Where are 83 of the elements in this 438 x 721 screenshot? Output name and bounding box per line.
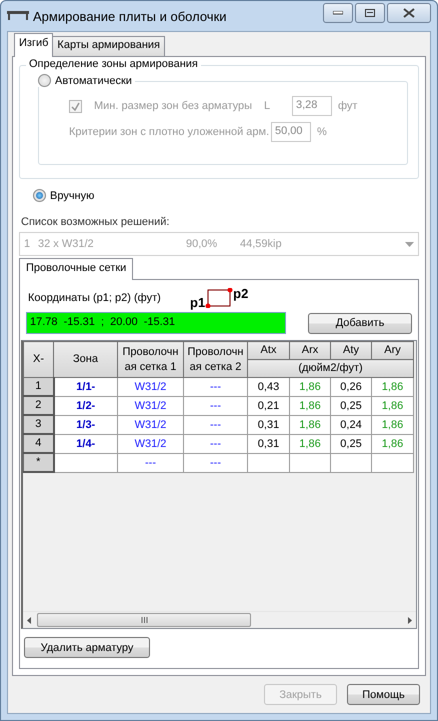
table-cell (248, 453, 290, 472)
delete-button[interactable]: Удалить арматуру (24, 637, 150, 658)
rectangle-points-icon (205, 288, 234, 308)
tab[interactable]: Карты армирования (52, 36, 166, 56)
minimize-button[interactable] (323, 3, 353, 23)
table-cell: W31/2 (118, 415, 184, 434)
table-cell: 0,43 (248, 378, 290, 396)
radio-label: Вручную (50, 190, 94, 202)
tab[interactable]: Проволочные сетки (19, 258, 134, 280)
row-header[interactable]: * (24, 453, 54, 472)
column-header[interactable]: Atx (248, 342, 290, 360)
table-cell: W31/2 (118, 434, 184, 453)
radio-button[interactable] (38, 74, 51, 87)
table-cell: W31/2 (118, 378, 184, 396)
scroll-right-icon[interactable] (408, 616, 412, 624)
radio-button[interactable] (33, 189, 46, 202)
table-cell: 0,25 (330, 434, 372, 453)
close-button[interactable] (387, 3, 431, 23)
close-icon (403, 8, 415, 18)
restore-icon (365, 9, 375, 17)
table-cell: 0,31 (248, 415, 290, 434)
column-header[interactable]: Зона (54, 342, 118, 378)
maximize-button[interactable] (355, 3, 385, 23)
table-cell: 1,86 (290, 434, 330, 453)
unit-label: % (317, 126, 327, 138)
table-cell: 1/3- (54, 415, 118, 434)
solutions-label: Список возможных решений: (21, 216, 170, 228)
table-cell: 1,86 (290, 415, 330, 434)
table-cell: 0,31 (248, 434, 290, 453)
window-title: Армирование плиты и оболочки (33, 8, 228, 24)
table-cell: 0,25 (330, 396, 372, 415)
table-cell (372, 453, 414, 472)
column-header[interactable]: Aty (330, 342, 372, 360)
add-button[interactable]: Добавить (308, 312, 412, 334)
table-cell: --- (184, 415, 248, 434)
column-header[interactable]: Проволочная сетка 2 (184, 342, 248, 378)
radio-label: Автоматически (55, 74, 132, 86)
table-cell (330, 453, 372, 472)
row-header[interactable]: 2 (24, 396, 54, 415)
row-header[interactable]: 1 (24, 378, 54, 396)
table-cell: 1/1- (54, 378, 118, 396)
slab-icon (7, 11, 29, 21)
table-cell: 1,86 (372, 378, 414, 396)
p1-label: p1 (190, 295, 206, 310)
table-cell: --- (184, 396, 248, 415)
table-cell: 1/2- (54, 396, 118, 415)
table-cell: --- (184, 453, 248, 472)
coordinates-label: Координаты (p1; p2) (фут) (28, 292, 162, 304)
checkbox-label: Мин. размер зон без арматуры (94, 100, 254, 112)
dropdown-arrow-icon (405, 242, 414, 246)
unit-label: фут (338, 100, 358, 112)
table-cell: --- (118, 453, 184, 472)
table-cell: --- (184, 434, 248, 453)
table-cell: 1,86 (372, 434, 414, 453)
row-header[interactable]: 4 (24, 434, 54, 453)
horizontal-scrollbar[interactable] (23, 611, 416, 628)
p2-label: p2 (233, 286, 248, 301)
coordinates-field[interactable]: 17.78 -15.31 ; 20.00 -15.31 (26, 312, 286, 334)
table-cell: 0,26 (330, 378, 372, 396)
table-cell: W31/2 (118, 396, 184, 415)
row-header[interactable]: 3 (24, 415, 54, 434)
column-header[interactable]: Проволочная сетка 1 (118, 342, 184, 378)
footer-button[interactable]: Помощь (347, 684, 420, 705)
column-header[interactable]: Arx (290, 342, 330, 360)
table-cell: 1,86 (290, 378, 330, 396)
table-cell: 0,24 (330, 415, 372, 434)
table-cell: --- (184, 378, 248, 396)
minimize-icon (333, 11, 343, 15)
table-cell: 1,86 (372, 396, 414, 415)
column-header[interactable]: X- (24, 342, 54, 378)
table-cell: 1,86 (372, 415, 414, 434)
length-label: L (264, 100, 272, 112)
table-cell (290, 453, 330, 472)
scroll-left-icon[interactable] (27, 616, 31, 624)
tab[interactable]: Изгиб (14, 33, 54, 57)
table-cell: 1,86 (290, 396, 330, 415)
table-cell: 0,21 (248, 396, 290, 415)
units-header: (дюйм2/фут) (248, 360, 414, 378)
grip-icon (140, 617, 148, 623)
column-header[interactable]: Ary (372, 342, 414, 360)
table-cell (54, 453, 118, 472)
group-title: Определение зоны армирования (26, 58, 201, 70)
table-cell: 1/4- (54, 434, 118, 453)
